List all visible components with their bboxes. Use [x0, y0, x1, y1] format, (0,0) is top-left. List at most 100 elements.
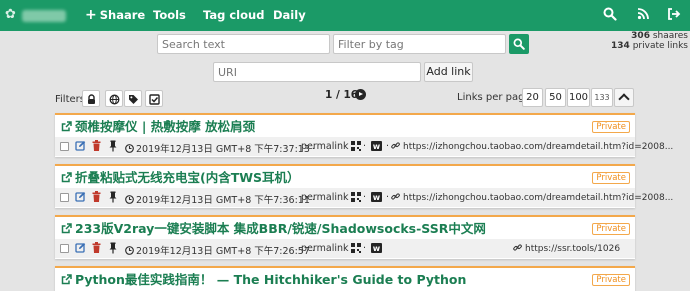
delete-icon[interactable]	[91, 191, 102, 203]
link-item: Python最佳实践指南！ — The Hitchhiker's Guide t…	[55, 266, 635, 291]
external-link-icon	[61, 274, 72, 285]
page-indicator: 1 / 16	[325, 89, 359, 101]
separator: ·	[363, 243, 367, 254]
link-date: 2019年12月13日 GMT+8 下午7:37:13 ·	[125, 141, 317, 155]
permalink[interactable]: permalink	[301, 141, 349, 152]
private-filter-button[interactable]	[82, 90, 100, 107]
permalink[interactable]: permalink	[301, 192, 349, 203]
filter-tag-input[interactable]	[333, 34, 506, 54]
link-url-text: https://ssr.tools/1026	[525, 244, 621, 254]
select-checkbox[interactable]	[60, 193, 69, 202]
add-link-button[interactable]: Add link	[424, 62, 473, 82]
link-url-text: https://izhongchou.taobao.com/dreamdetai…	[403, 142, 674, 152]
clock-icon	[125, 144, 134, 153]
public-filter-button[interactable]	[105, 90, 123, 107]
link-item: 折叠粘贴式无线充电宝(内含TWS耳机） Private 2019年12月13日 …	[55, 164, 673, 208]
qrcode-icon[interactable]	[351, 243, 361, 253]
nav-tag-cloud[interactable]: Tag cloud	[203, 8, 264, 23]
private-badge: Private	[592, 223, 630, 235]
untagged-filter-button[interactable]	[124, 90, 142, 107]
link-title-text: 233版V2ray一键安装脚本 集成BBR/锐速/Shadowsocks-SSR…	[75, 221, 486, 236]
private-count: 134	[611, 41, 630, 51]
shaarli-logo[interactable]: ✿	[5, 7, 66, 23]
link-url-text: https://izhongchou.taobao.com/dreamdetai…	[403, 193, 674, 203]
private-badge: Private	[592, 274, 630, 286]
private-badge: Private	[592, 121, 630, 133]
selection-filter-button[interactable]	[145, 90, 163, 107]
link-date-text: 2019年12月13日 GMT+8 下午7:36:11	[136, 195, 310, 206]
logout-icon[interactable]	[667, 7, 683, 23]
link-icon	[513, 244, 522, 251]
permalink[interactable]: permalink	[301, 243, 349, 254]
link-footer: 2019年12月13日 GMT+8 下午7:26:57 · permalink ·…	[55, 239, 635, 258]
wayback-icon[interactable]: w	[371, 141, 382, 151]
link-date: 2019年12月13日 GMT+8 下午7:36:11 ·	[125, 192, 317, 206]
separator: ·	[386, 141, 390, 152]
shaares-count: 306	[631, 31, 650, 41]
link-url[interactable]: https://izhongchou.taobao.com/dreamdetai…	[391, 192, 673, 203]
delete-icon[interactable]	[91, 140, 102, 152]
filters-label: Filters	[55, 94, 85, 105]
private-badge: Private	[592, 172, 630, 184]
edit-icon[interactable]	[75, 140, 86, 151]
svg-text:w: w	[373, 244, 381, 253]
link-title[interactable]: 颈椎按摩仪 | 热敷按摩 放松肩颈	[61, 119, 255, 135]
links-per-page-custom-input[interactable]: 133	[591, 88, 613, 107]
external-link-icon	[61, 172, 72, 183]
link-title[interactable]: 233版V2ray一键安装脚本 集成BBR/锐速/Shadowsocks-SSR…	[61, 221, 486, 237]
plus-icon: +	[85, 7, 97, 23]
clock-icon	[125, 195, 134, 204]
link-date-text: 2019年12月13日 GMT+8 下午7:37:13	[136, 144, 310, 155]
pin-icon[interactable]	[108, 140, 118, 152]
collapse-all-button[interactable]	[614, 88, 634, 107]
separator: ·	[363, 192, 367, 203]
search-button[interactable]	[509, 34, 529, 54]
external-link-icon	[61, 121, 72, 132]
search-icon[interactable]	[603, 7, 619, 23]
link-footer: 2019年12月13日 GMT+8 下午7:36:11 · permalink ·…	[55, 188, 673, 207]
link-title[interactable]: Python最佳实践指南！ — The Hitchhiker's Guide t…	[61, 272, 466, 288]
link-title-text: 颈椎按摩仪 | 热敷按摩 放松肩颈	[75, 119, 256, 134]
private-label: private links	[632, 41, 688, 51]
select-checkbox[interactable]	[60, 244, 69, 253]
link-date: 2019年12月13日 GMT+8 下午7:26:57 ·	[125, 243, 317, 257]
edit-icon[interactable]	[75, 242, 86, 253]
qrcode-icon[interactable]	[351, 141, 361, 151]
wayback-icon[interactable]: w	[371, 192, 382, 202]
edit-icon[interactable]	[75, 191, 86, 202]
pin-icon[interactable]	[108, 191, 118, 203]
links-per-page-100[interactable]: 100	[567, 88, 590, 107]
link-footer: 2019年12月13日 GMT+8 下午7:37:13 · permalink ·…	[55, 137, 673, 156]
links-per-page-label: Links per page	[457, 92, 531, 103]
link-url[interactable]: https://izhongchou.taobao.com/dreamdetai…	[391, 141, 673, 152]
nav-daily[interactable]: Daily	[273, 8, 306, 23]
logo-icon: ✿	[5, 7, 16, 22]
links-per-page-50[interactable]: 50	[545, 88, 566, 107]
nav-shaare[interactable]: + Shaare	[85, 8, 145, 23]
separator: ·	[363, 141, 367, 152]
link-title[interactable]: 折叠粘贴式无线充电宝(内含TWS耳机）	[61, 170, 300, 186]
lock-icon	[88, 94, 95, 104]
qrcode-icon[interactable]	[351, 192, 361, 202]
wayback-icon[interactable]: w	[371, 243, 382, 253]
uri-input[interactable]	[213, 62, 421, 82]
link-title-text: 折叠粘贴式无线充电宝(内含TWS耳机）	[75, 170, 300, 185]
top-navbar: ✿ + Shaare Tools Tag cloud Daily	[0, 0, 690, 31]
search-icon	[513, 38, 525, 50]
links-per-page-20[interactable]: 20	[522, 88, 543, 107]
search-text-input[interactable]	[157, 34, 330, 54]
check-square-icon	[149, 94, 160, 105]
separator: ·	[386, 192, 390, 203]
delete-icon[interactable]	[91, 242, 102, 254]
tag-icon	[129, 95, 138, 104]
nav-shaare-label: Shaare	[99, 8, 146, 22]
link-title-text: Python最佳实践指南！ — The Hitchhiker's Guide t…	[75, 272, 467, 287]
link-counts: 306 shaares 134 private links	[611, 31, 688, 51]
clock-icon	[125, 246, 134, 255]
link-url[interactable]: https://ssr.tools/1026	[513, 243, 620, 254]
nav-tools[interactable]: Tools	[153, 8, 186, 23]
rss-icon[interactable]	[637, 7, 653, 23]
select-checkbox[interactable]	[60, 142, 69, 151]
pin-icon[interactable]	[108, 242, 118, 254]
next-page-icon[interactable]	[355, 89, 366, 100]
